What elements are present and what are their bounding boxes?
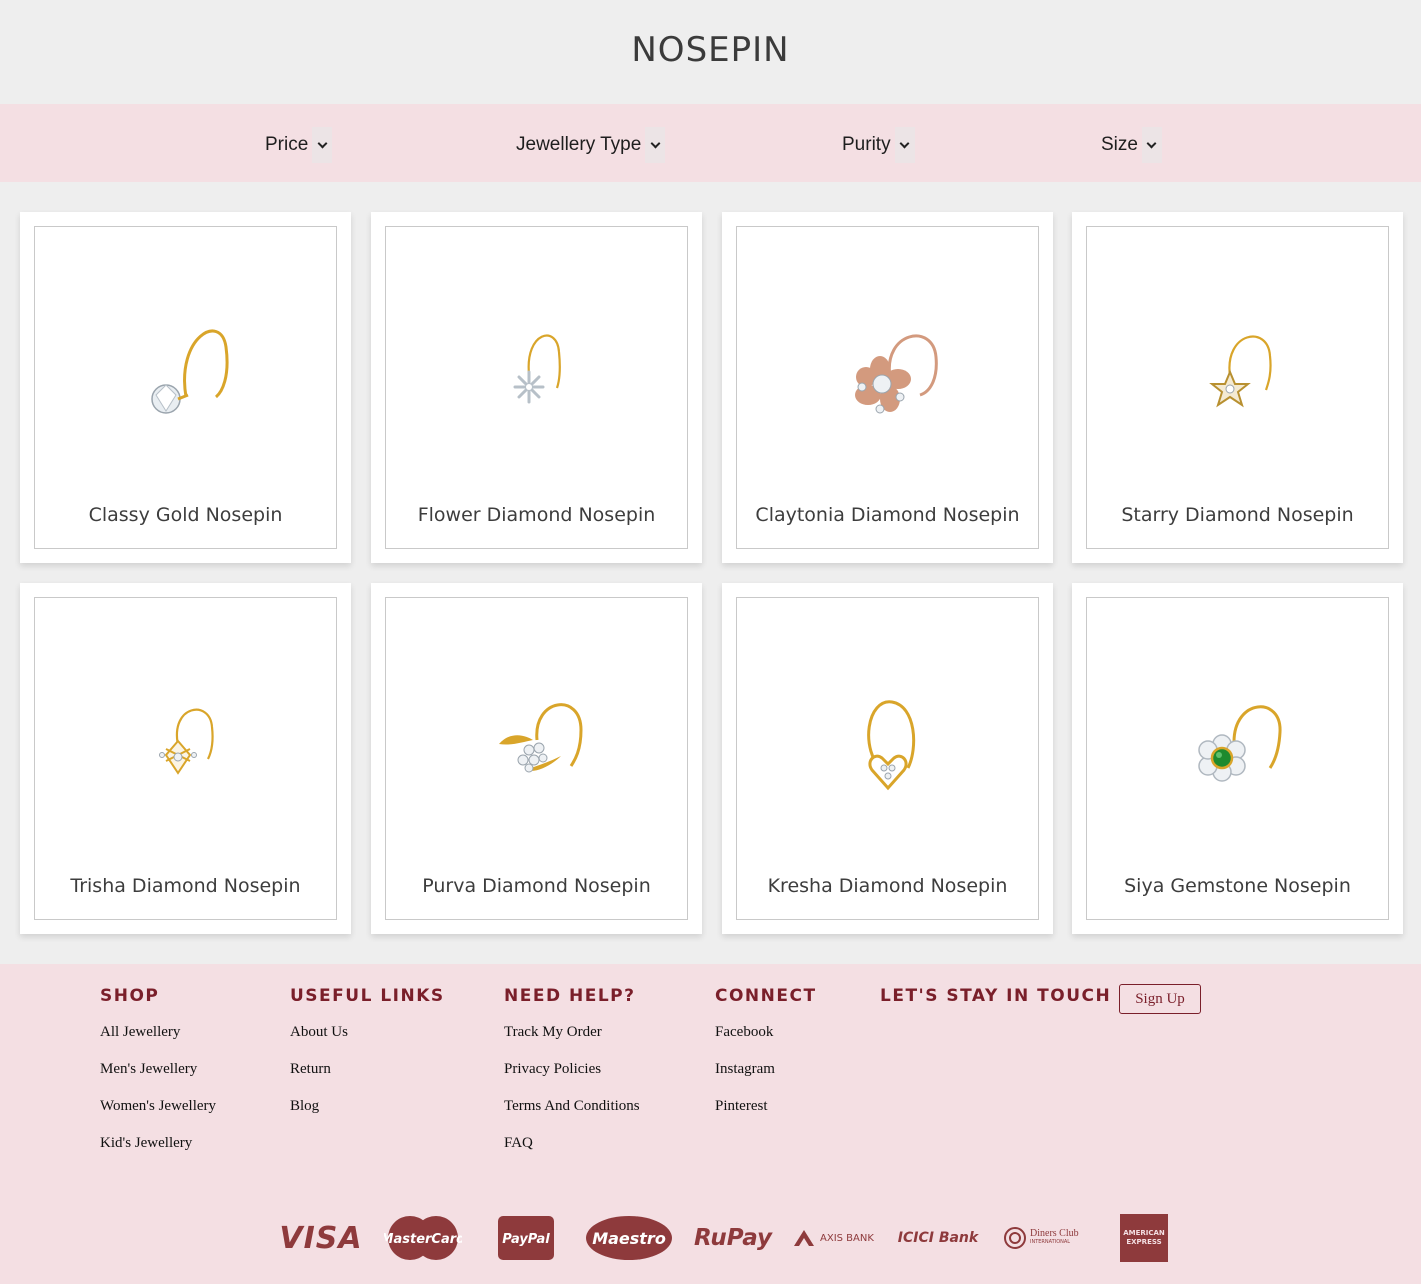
trisha-diamond-nosepin-image[interactable] bbox=[35, 658, 336, 828]
diners-club-label: Diners Club bbox=[1030, 1228, 1079, 1239]
product-card-frame: Starry Diamond Nosepin bbox=[1086, 226, 1389, 549]
product-name[interactable]: Flower Diamond Nosepin bbox=[386, 504, 687, 526]
product-card-frame: Purva Diamond Nosepin bbox=[385, 597, 688, 920]
filter-bar: Price Jewellery Type Purity Size bbox=[0, 104, 1421, 182]
filter-purity-label: Purity bbox=[842, 134, 891, 155]
chevron-down-icon[interactable] bbox=[1141, 127, 1162, 163]
paypal-icon: PayPal bbox=[498, 1212, 554, 1264]
footer-link-pinterest[interactable]: Pinterest bbox=[715, 1098, 817, 1135]
footer-link-terms[interactable]: Terms And Conditions bbox=[504, 1098, 640, 1135]
visa-icon: VISA bbox=[279, 1220, 363, 1256]
footer-useful-links-heading: USEFUL LINKS bbox=[290, 986, 445, 1006]
axis-bank-icon: AXIS BANK bbox=[792, 1212, 880, 1264]
chevron-down-icon[interactable] bbox=[645, 127, 666, 163]
product-name[interactable]: Trisha Diamond Nosepin bbox=[35, 875, 336, 897]
footer-link-faq[interactable]: FAQ bbox=[504, 1135, 640, 1172]
classy-gold-nosepin-image[interactable] bbox=[35, 287, 336, 457]
footer-need-help-heading: NEED HELP? bbox=[504, 986, 636, 1006]
product-card-frame: Claytonia Diamond Nosepin bbox=[736, 226, 1039, 549]
purva-diamond-nosepin-image[interactable] bbox=[386, 658, 687, 828]
footer-link-track-order[interactable]: Track My Order bbox=[504, 1024, 640, 1061]
footer-link-womens-jewellery[interactable]: Women's Jewellery bbox=[100, 1098, 216, 1135]
icici-bank-icon: ICICI Bank bbox=[897, 1230, 979, 1246]
filter-jewellery-type[interactable]: Jewellery Type bbox=[516, 126, 666, 164]
mastercard-label: MasterCard bbox=[384, 1232, 462, 1247]
footer-connect-heading: CONNECT bbox=[715, 986, 817, 1006]
product-name[interactable]: Siya Gemstone Nosepin bbox=[1087, 875, 1388, 897]
product-name[interactable]: Starry Diamond Nosepin bbox=[1087, 504, 1388, 526]
product-name[interactable]: Claytonia Diamond Nosepin bbox=[737, 504, 1038, 526]
chevron-down-icon[interactable] bbox=[894, 127, 915, 163]
rupay-icon: RuPay bbox=[693, 1225, 773, 1251]
footer-need-help-column: NEED HELP? Track My Order Privacy Polici… bbox=[504, 986, 640, 1172]
product-card[interactable]: Kresha Diamond Nosepin bbox=[722, 583, 1053, 934]
axis-bank-label: AXIS BANK bbox=[820, 1232, 874, 1244]
footer-shop-column: SHOP All Jewellery Men's Jewellery Women… bbox=[100, 986, 216, 1172]
maestro-label: Maestro bbox=[592, 1229, 666, 1248]
product-card[interactable]: Purva Diamond Nosepin bbox=[371, 583, 702, 934]
product-card[interactable]: Classy Gold Nosepin bbox=[20, 212, 351, 563]
product-card[interactable]: Starry Diamond Nosepin bbox=[1072, 212, 1403, 563]
product-card-frame: Flower Diamond Nosepin bbox=[385, 226, 688, 549]
footer-link-all-jewellery[interactable]: All Jewellery bbox=[100, 1024, 216, 1061]
product-name[interactable]: Purva Diamond Nosepin bbox=[386, 875, 687, 897]
product-card[interactable]: Trisha Diamond Nosepin bbox=[20, 583, 351, 934]
footer-link-about-us[interactable]: About Us bbox=[290, 1024, 445, 1061]
footer-useful-links-column: USEFUL LINKS About Us Return Blog bbox=[290, 986, 445, 1135]
footer-link-mens-jewellery[interactable]: Men's Jewellery bbox=[100, 1061, 216, 1098]
sign-up-button[interactable]: Sign Up bbox=[1119, 984, 1201, 1014]
maestro-icon: Maestro bbox=[586, 1212, 672, 1264]
filter-price[interactable]: Price bbox=[265, 126, 333, 164]
chevron-down-icon[interactable] bbox=[312, 127, 333, 163]
flower-diamond-nosepin-image[interactable] bbox=[386, 287, 687, 457]
amex-label-top: AMERICAN bbox=[1123, 1229, 1165, 1237]
paypal-label: PayPal bbox=[502, 1232, 550, 1247]
footer-connect-column: CONNECT Facebook Instagram Pinterest bbox=[715, 986, 817, 1135]
footer-link-return[interactable]: Return bbox=[290, 1061, 445, 1098]
footer-link-facebook[interactable]: Facebook bbox=[715, 1024, 817, 1061]
footer-link-blog[interactable]: Blog bbox=[290, 1098, 445, 1135]
product-card[interactable]: Flower Diamond Nosepin bbox=[371, 212, 702, 563]
footer-link-instagram[interactable]: Instagram bbox=[715, 1061, 817, 1098]
diners-club-sublabel: INTERNATIONAL bbox=[1030, 1239, 1071, 1245]
page-title: NOSEPIN bbox=[631, 30, 790, 70]
product-card-frame: Classy Gold Nosepin bbox=[34, 226, 337, 549]
product-card[interactable]: Claytonia Diamond Nosepin bbox=[722, 212, 1053, 563]
filter-purity[interactable]: Purity bbox=[842, 126, 915, 164]
siya-gemstone-nosepin-image[interactable] bbox=[1087, 658, 1388, 828]
american-express-icon: AMERICAN EXPRESS bbox=[1120, 1212, 1168, 1264]
product-card-frame: Kresha Diamond Nosepin bbox=[736, 597, 1039, 920]
footer-shop-heading: SHOP bbox=[100, 986, 160, 1006]
diners-club-icon: Diners Club INTERNATIONAL bbox=[1003, 1212, 1083, 1264]
filter-size[interactable]: Size bbox=[1101, 126, 1162, 164]
product-card[interactable]: Siya Gemstone Nosepin bbox=[1072, 583, 1403, 934]
amex-label-bottom: EXPRESS bbox=[1126, 1238, 1162, 1246]
filter-jewellery-type-label: Jewellery Type bbox=[516, 134, 642, 155]
product-name[interactable]: Kresha Diamond Nosepin bbox=[737, 875, 1038, 897]
footer-link-privacy-policies[interactable]: Privacy Policies bbox=[504, 1061, 640, 1098]
mastercard-icon: MasterCard bbox=[384, 1212, 462, 1264]
kresha-diamond-nosepin-image[interactable] bbox=[737, 658, 1038, 828]
footer-stay-in-touch-column: LET'S STAY IN TOUCH bbox=[880, 986, 1111, 1024]
footer: SHOP All Jewellery Men's Jewellery Women… bbox=[0, 964, 1421, 1284]
filter-size-label: Size bbox=[1101, 134, 1138, 155]
payment-methods: VISA MasterCard PayPal Maestro RuPay AXI… bbox=[0, 1212, 1421, 1264]
product-card-frame: Trisha Diamond Nosepin bbox=[34, 597, 337, 920]
claytonia-diamond-nosepin-image[interactable] bbox=[737, 287, 1038, 457]
product-name[interactable]: Classy Gold Nosepin bbox=[35, 504, 336, 526]
footer-stay-in-touch-heading: LET'S STAY IN TOUCH bbox=[880, 986, 1112, 1006]
product-card-frame: Siya Gemstone Nosepin bbox=[1086, 597, 1389, 920]
filter-price-label: Price bbox=[265, 134, 309, 155]
footer-link-kids-jewellery[interactable]: Kid's Jewellery bbox=[100, 1135, 216, 1172]
page-header: NOSEPIN bbox=[0, 0, 1421, 104]
starry-diamond-nosepin-image[interactable] bbox=[1087, 287, 1388, 457]
